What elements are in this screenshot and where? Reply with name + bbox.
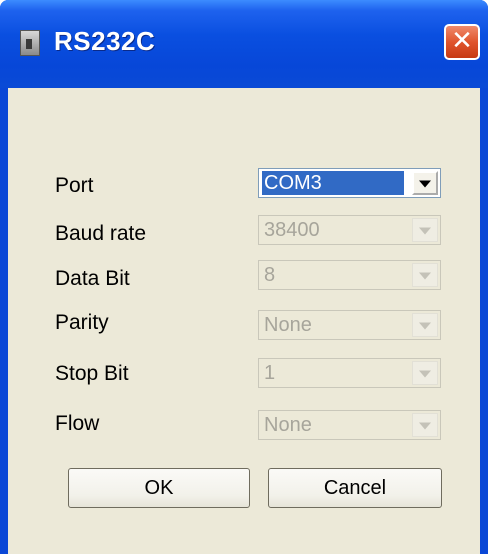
parity-label: Parity (55, 311, 109, 334)
chevron-down-icon (419, 422, 431, 430)
chevron-down-icon (419, 322, 431, 330)
stop-bit-value: 1 (264, 362, 276, 384)
parity-dropdown: None (258, 310, 441, 340)
cancel-button[interactable]: Cancel (268, 468, 442, 508)
dialog-window: RS232C ✕ Port COM3 Baud rate 38400 Data … (0, 0, 488, 554)
flow-value: None (264, 414, 312, 436)
data-bit-value: 8 (264, 264, 276, 286)
baud-rate-label: Baud rate (55, 222, 147, 245)
close-button[interactable]: ✕ (444, 24, 480, 60)
flow-dropdown-button (412, 413, 438, 437)
stop-bit-dropdown: 1 (258, 358, 441, 388)
stop-bit-dropdown-button (412, 361, 438, 385)
port-dropdown-button[interactable] (412, 171, 438, 195)
chevron-down-icon (419, 180, 431, 188)
chevron-down-icon (419, 227, 431, 235)
app-icon (20, 30, 40, 56)
parity-dropdown-button (412, 313, 438, 337)
port-label: Port (55, 174, 94, 197)
data-bit-label: Data Bit (55, 267, 130, 290)
data-bit-dropdown-button (412, 263, 438, 287)
baud-rate-value: 38400 (264, 219, 320, 241)
stop-bit-label: Stop Bit (55, 362, 129, 385)
port-dropdown[interactable]: COM3 (258, 168, 441, 198)
port-value: COM3 (262, 171, 404, 195)
chevron-down-icon (419, 272, 431, 280)
window-title: RS232C (54, 26, 156, 56)
data-bit-dropdown: 8 (258, 260, 441, 290)
flow-label: Flow (55, 412, 100, 435)
flow-dropdown: None (258, 410, 441, 440)
title-bar[interactable]: RS232C ✕ (0, 0, 488, 88)
chevron-down-icon (419, 370, 431, 378)
ok-button[interactable]: OK (68, 468, 250, 508)
baud-rate-dropdown: 38400 (258, 215, 441, 245)
parity-value: None (264, 314, 312, 336)
baud-rate-dropdown-button (412, 218, 438, 242)
